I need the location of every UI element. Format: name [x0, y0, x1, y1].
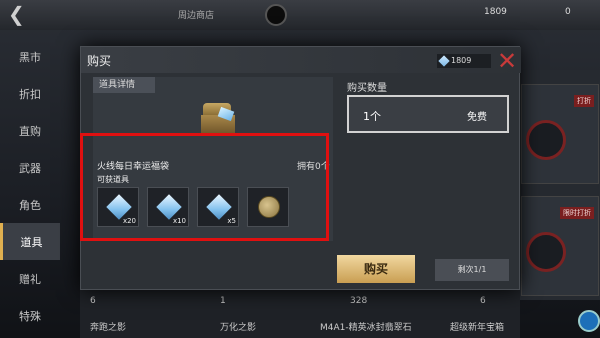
card-emblem-icon	[526, 120, 566, 160]
shop-card[interactable]: 打折	[521, 84, 599, 184]
item-count: 6	[90, 296, 96, 306]
top-center-label: 周边商店	[178, 11, 215, 21]
discount-tag: 打折	[574, 95, 594, 107]
sidebar-item-discount[interactable]: 折扣	[0, 75, 60, 112]
item-count: 6	[480, 296, 486, 306]
item-count: 1	[220, 296, 226, 306]
quantity-label: 购买数量	[347, 83, 387, 94]
close-x-icon[interactable]: ✕	[497, 49, 519, 73]
treasure-chest-icon	[201, 101, 241, 137]
avatar[interactable]	[578, 310, 600, 332]
diamond-icon	[438, 55, 450, 67]
highlight-box	[80, 133, 329, 241]
sidebar-item-direct-buy[interactable]: 直购	[0, 112, 60, 149]
sidebar: 黑市 折扣 直购 武器 角色 道具 赠礼 特殊	[0, 38, 60, 338]
balance-display: 1809	[437, 54, 491, 68]
sidebar-item-items[interactable]: 道具	[0, 223, 60, 260]
item-name: 万化之影	[220, 323, 257, 333]
buy-button[interactable]: 购买	[337, 255, 415, 283]
quantity-pane: 购买数量 1个 免费	[347, 77, 517, 177]
item-count: 328	[350, 296, 368, 306]
tab-item-details[interactable]: 道具详情	[93, 77, 155, 93]
sidebar-item-special[interactable]: 特殊	[0, 297, 60, 334]
sidebar-item-gifts[interactable]: 赠礼	[0, 260, 60, 297]
back-arrow-icon[interactable]: ❮	[8, 4, 30, 25]
quantity-value: 1个	[363, 110, 381, 123]
discount-tag: 限时打折	[560, 207, 594, 219]
top-circle-icon	[265, 4, 287, 26]
quantity-selector[interactable]: 1个 免费	[347, 95, 509, 133]
shop-card[interactable]: 限时打折	[521, 196, 599, 296]
modal-header: 购买 1809 ✕	[81, 47, 521, 73]
currency-amount-1: 1809	[484, 7, 507, 17]
modal-title: 购买	[87, 54, 112, 68]
item-name: 奔跑之影	[90, 323, 127, 333]
sidebar-item-weapons[interactable]: 武器	[0, 149, 60, 186]
balance-value: 1809	[451, 56, 472, 65]
item-name: M4A1-精英冰封翡翠石	[320, 323, 412, 333]
sidebar-item-black-market[interactable]: 黑市	[0, 38, 60, 75]
remaining-count-button[interactable]: 剩次1/1	[435, 259, 509, 281]
card-emblem-icon	[526, 232, 566, 272]
price-label: 免费	[467, 112, 487, 123]
item-name: 超级新年宝箱	[450, 323, 505, 333]
right-card-column: 打折 限时打折	[515, 70, 600, 300]
currency-amount-2: 0	[565, 7, 571, 17]
sidebar-item-characters[interactable]: 角色	[0, 186, 60, 223]
top-bar: ❮ 周边商店 1809 0	[0, 0, 600, 30]
bottom-shop-row: 6 1 328 6 奔跑之影 万化之影 M4A1-精英冰封翡翠石 超级新年宝箱	[80, 290, 520, 338]
